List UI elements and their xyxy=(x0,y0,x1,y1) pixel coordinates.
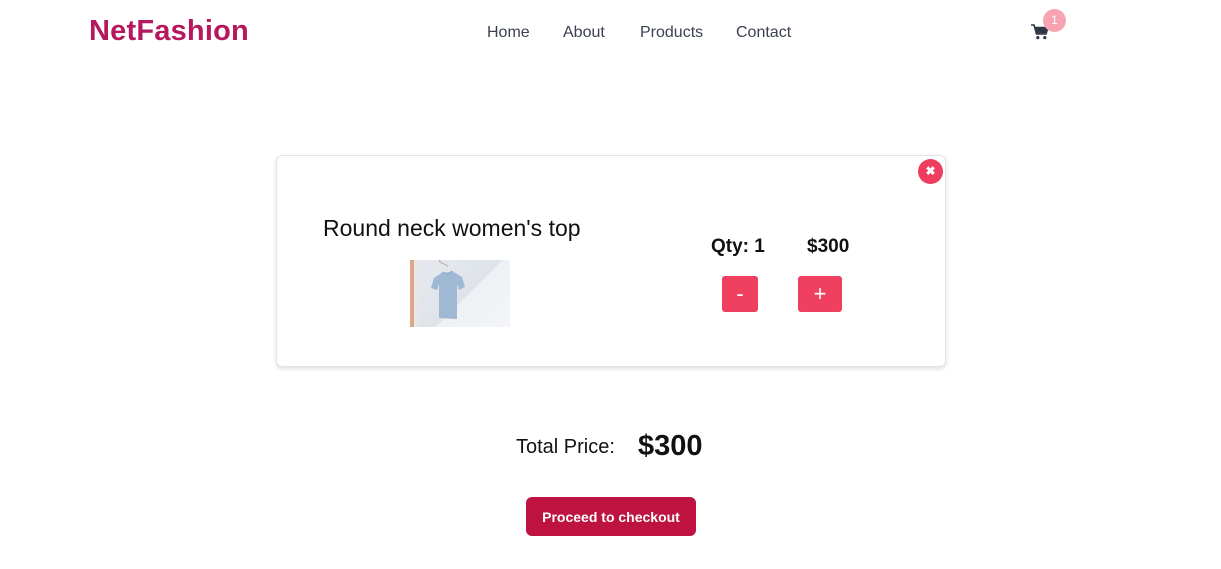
tshirt-icon xyxy=(431,260,465,319)
nav-link-home[interactable]: Home xyxy=(487,24,530,42)
item-price: $300 xyxy=(807,236,850,257)
cart-count-badge: 1 xyxy=(1043,9,1066,32)
nav-link-products[interactable]: Products xyxy=(640,24,703,42)
nav-link-about[interactable]: About xyxy=(563,24,605,42)
product-image[interactable] xyxy=(410,260,510,327)
remove-item-button[interactable]: ✖ xyxy=(918,159,943,184)
increment-quantity-button[interactable]: + xyxy=(798,276,842,312)
nav-link-contact[interactable]: Contact xyxy=(736,24,791,42)
close-icon: ✖ xyxy=(925,164,936,178)
product-name: Round neck women's top xyxy=(323,215,581,241)
brand-logo[interactable]: NetFashion xyxy=(89,15,249,48)
total-price-label: Total Price: xyxy=(516,436,615,458)
total-price-value: $300 xyxy=(638,430,703,462)
cart-item-card xyxy=(276,155,946,367)
navbar: NetFashion Home About Products Contact 1 xyxy=(0,0,1221,68)
proceed-to-checkout-button[interactable]: Proceed to checkout xyxy=(526,497,696,536)
decrement-quantity-button[interactable]: - xyxy=(722,276,758,312)
quantity-label: Qty: 1 xyxy=(711,236,765,257)
